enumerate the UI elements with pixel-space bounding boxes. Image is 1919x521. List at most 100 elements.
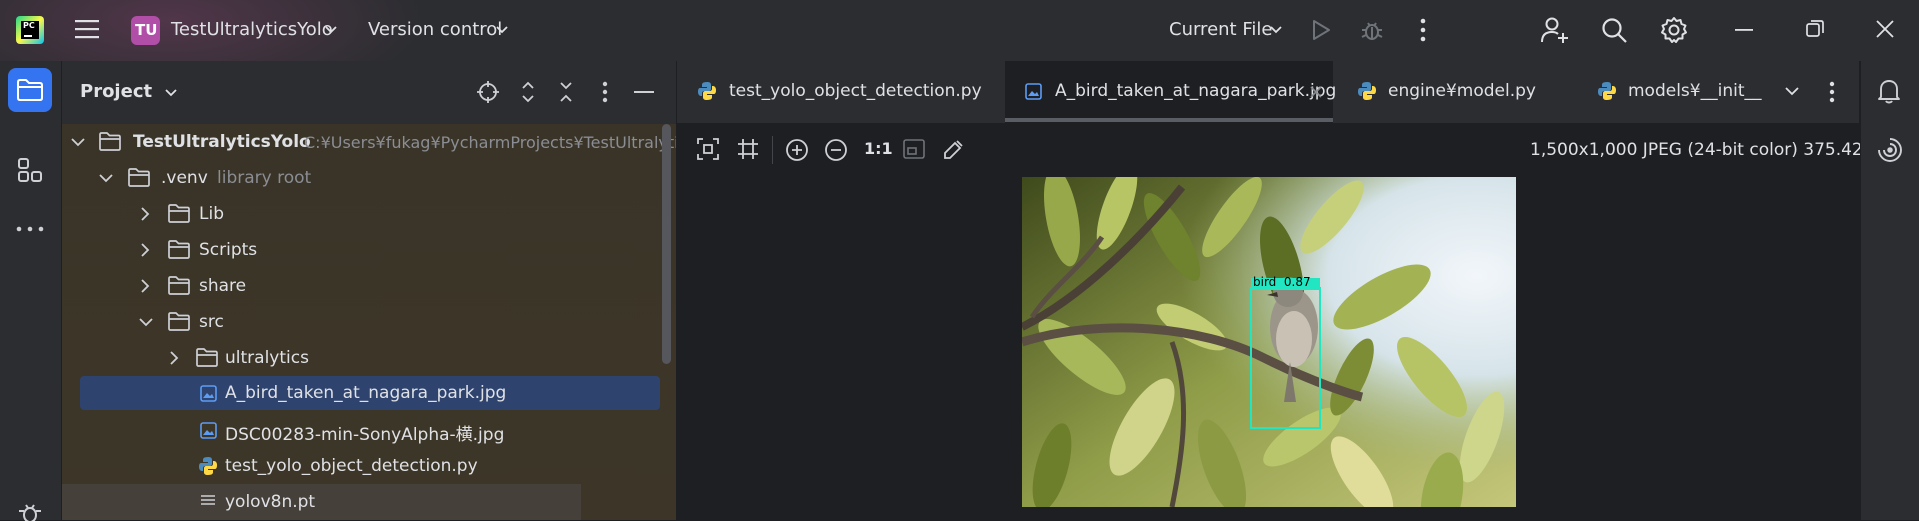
folder-icon bbox=[99, 132, 121, 151]
tab-test-yolo-object-detection[interactable]: test_yolo_object_detection.py bbox=[677, 61, 1003, 123]
grid-toggle-icon[interactable] bbox=[737, 138, 759, 160]
chevron-right-icon[interactable] bbox=[141, 243, 150, 257]
tree-item-lib[interactable]: Lib bbox=[62, 196, 660, 232]
actual-size-button[interactable]: 1:1 bbox=[864, 139, 893, 158]
search-icon[interactable] bbox=[1601, 17, 1627, 43]
folder-icon bbox=[196, 348, 218, 367]
run-config-selector[interactable]: Current File bbox=[1169, 14, 1284, 48]
restore-window-icon[interactable] bbox=[1806, 20, 1824, 38]
zoom-in-icon[interactable] bbox=[785, 138, 809, 162]
tab-list-chevron-icon[interactable] bbox=[1785, 87, 1799, 96]
color-picker-icon[interactable] bbox=[943, 138, 965, 160]
expand-all-icon[interactable] bbox=[521, 81, 535, 103]
main-menu-icon[interactable] bbox=[74, 17, 100, 41]
tree-item-project-root[interactable]: TestUltralyticsYolo C:¥Users¥fukag¥Pycha… bbox=[62, 124, 676, 160]
text-file-icon bbox=[200, 494, 216, 510]
tree-item-label: .venv bbox=[161, 168, 208, 188]
project-tool-button[interactable] bbox=[8, 68, 52, 112]
hide-panel-icon[interactable] bbox=[634, 91, 654, 94]
logo-text: PC bbox=[23, 21, 35, 30]
tab-label: test_yolo_object_detection.py bbox=[729, 81, 982, 101]
chevron-down-icon bbox=[1270, 26, 1282, 34]
project-badge: TU bbox=[131, 16, 160, 45]
chevron-down-icon bbox=[496, 26, 508, 34]
notifications-bell-icon[interactable] bbox=[1877, 78, 1901, 104]
tree-item-bird-image-selected[interactable]: A_bird_taken_at_nagara_park.jpg bbox=[80, 376, 660, 410]
editor-tab-bar: test_yolo_object_detection.py A_bird_tak… bbox=[677, 61, 1859, 123]
chevron-down-icon[interactable] bbox=[99, 174, 113, 183]
collapse-all-icon[interactable] bbox=[559, 81, 573, 103]
project-tree: TestUltralyticsYolo C:¥Users¥fukag¥Pycha… bbox=[62, 124, 676, 520]
python-file-icon bbox=[1597, 81, 1617, 101]
tab-models-init[interactable]: models¥__init__ bbox=[1577, 61, 1763, 123]
ai-assistant-icon[interactable] bbox=[1877, 137, 1903, 163]
image-editor-area: bird 0.87 bbox=[677, 176, 1859, 520]
chevron-right-icon[interactable] bbox=[170, 351, 179, 365]
folder-icon bbox=[168, 276, 190, 295]
image-file-icon bbox=[1025, 83, 1042, 100]
chevron-right-icon[interactable] bbox=[141, 279, 150, 293]
tree-item-ultralytics[interactable]: ultralytics bbox=[62, 340, 660, 376]
debug-tool-icon[interactable] bbox=[17, 501, 43, 521]
project-tool-window: Project TestUltralyticsYolo C:¥Users¥fuk… bbox=[62, 61, 676, 520]
tree-item-model-weights[interactable]: yolov8n.pt bbox=[62, 484, 581, 520]
detection-label: bird 0.87 bbox=[1253, 275, 1311, 289]
options-menu-icon[interactable] bbox=[602, 81, 608, 103]
more-tools-icon[interactable] bbox=[16, 226, 44, 232]
structure-icon[interactable] bbox=[17, 157, 43, 183]
chevron-down-icon bbox=[325, 26, 337, 34]
project-view-selector[interactable]: Project bbox=[80, 79, 180, 105]
chevron-down-icon[interactable] bbox=[139, 318, 153, 327]
fit-zoom-icon[interactable] bbox=[697, 138, 719, 160]
project-selector[interactable]: TU TestUltralyticsYolo bbox=[131, 14, 341, 48]
tree-item-label: test_yolo_object_detection.py bbox=[225, 456, 478, 476]
tree-item-dsc-image[interactable]: DSC00283-min-SonyAlpha-横.jpg bbox=[62, 412, 660, 448]
tab-bird-image-active[interactable]: A_bird_taken_at_nagara_park.jpg bbox=[1005, 61, 1336, 123]
fit-window-icon[interactable] bbox=[903, 139, 925, 159]
folder-icon bbox=[168, 312, 190, 331]
python-file-icon bbox=[198, 456, 218, 476]
run-icon[interactable] bbox=[1311, 19, 1331, 41]
chevron-down-icon bbox=[165, 89, 177, 97]
tree-item-scripts[interactable]: Scripts bbox=[62, 232, 660, 268]
tab-label: engine¥model.py bbox=[1388, 81, 1536, 101]
zoom-out-icon[interactable] bbox=[824, 138, 848, 162]
tree-item-label: share bbox=[199, 276, 247, 296]
chevron-down-icon[interactable] bbox=[71, 138, 85, 147]
image-file-icon bbox=[200, 422, 217, 439]
folder-icon bbox=[128, 168, 150, 187]
more-actions-icon[interactable] bbox=[1420, 18, 1426, 42]
image-viewer-toolbar: 1:1 1,500x1,000 JPEG (24-bit color) 375.… bbox=[677, 124, 1890, 176]
tab-engine-model[interactable]: engine¥model.py bbox=[1337, 61, 1567, 123]
project-panel-header: Project bbox=[62, 61, 676, 123]
right-tool-stripe bbox=[1860, 61, 1919, 520]
tree-item-path-hint: C:¥Users¥fukag¥PycharmProjects¥TestUltra… bbox=[304, 133, 676, 152]
version-control-menu[interactable]: Version control bbox=[368, 14, 518, 48]
python-file-icon bbox=[697, 81, 717, 101]
chevron-right-icon[interactable] bbox=[141, 207, 150, 221]
close-tab-icon[interactable] bbox=[1310, 86, 1322, 98]
add-user-icon[interactable] bbox=[1541, 16, 1569, 44]
tree-item-src[interactable]: src bbox=[62, 304, 660, 340]
minimize-window-icon[interactable] bbox=[1735, 28, 1753, 32]
tree-item-label: src bbox=[199, 312, 224, 332]
folder-icon bbox=[168, 240, 190, 259]
image-info-text: 1,500x1,000 JPEG (24-bit color) 375.42 k… bbox=[1530, 140, 1890, 160]
tree-item-python-script[interactable]: test_yolo_object_detection.py bbox=[62, 448, 660, 484]
tree-item-label: Lib bbox=[199, 204, 224, 224]
folder-icon bbox=[168, 204, 190, 223]
tree-item-label: Scripts bbox=[199, 240, 258, 260]
title-bar: PC TU TestUltralyticsYolo Version contro… bbox=[0, 0, 1919, 61]
tree-item-venv[interactable]: .venv library root bbox=[62, 160, 660, 196]
debug-icon[interactable] bbox=[1360, 18, 1384, 42]
tree-scrollbar[interactable] bbox=[662, 124, 671, 364]
settings-gear-icon[interactable] bbox=[1660, 16, 1688, 44]
tree-item-label: A_bird_taken_at_nagara_park.jpg bbox=[225, 383, 507, 403]
tab-options-icon[interactable] bbox=[1829, 81, 1835, 103]
close-window-icon[interactable] bbox=[1876, 20, 1894, 38]
version-control-label: Version control bbox=[368, 19, 503, 40]
tree-item-share[interactable]: share bbox=[62, 268, 660, 304]
select-opened-file-icon[interactable] bbox=[477, 81, 499, 103]
tree-item-label: yolov8n.pt bbox=[225, 492, 316, 512]
active-tab-indicator bbox=[1005, 118, 1333, 122]
